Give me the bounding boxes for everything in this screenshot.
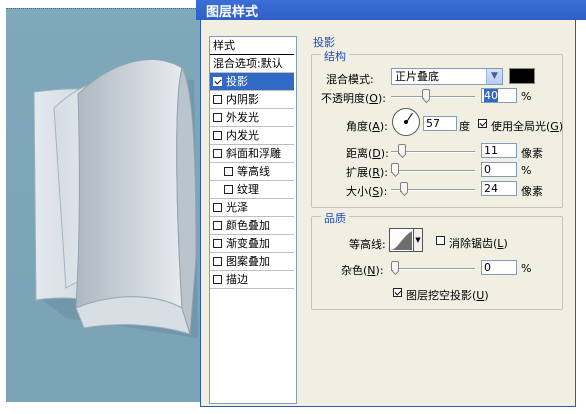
style-item[interactable]: 等高线 bbox=[210, 163, 294, 181]
style-item-label: 等高线 bbox=[237, 165, 270, 178]
opacity-slider-thumb[interactable] bbox=[422, 89, 430, 99]
contour-dropdown-icon[interactable]: ▼ bbox=[413, 228, 423, 252]
contour-curve-icon bbox=[391, 231, 412, 250]
blend-options-item[interactable]: 混合选项:默认 bbox=[210, 55, 294, 73]
antialias-label: 消除锯齿(L) bbox=[449, 237, 508, 250]
style-item-label: 内阴影 bbox=[226, 93, 259, 106]
style-item[interactable]: 斜面和浮雕 bbox=[210, 145, 294, 163]
document-canvas bbox=[6, 8, 206, 402]
style-item-label: 纹理 bbox=[237, 183, 259, 196]
style-item-checkbox[interactable] bbox=[224, 167, 233, 176]
style-item[interactable]: 颜色叠加 bbox=[210, 217, 294, 235]
global-light-checkbox[interactable] bbox=[478, 119, 487, 128]
noise-slider-thumb[interactable] bbox=[391, 261, 399, 271]
window-title: 图层样式 bbox=[206, 5, 259, 20]
angle-input[interactable]: 57 bbox=[423, 116, 457, 131]
style-item-checkbox[interactable] bbox=[213, 77, 222, 86]
style-item[interactable]: 光泽 bbox=[210, 199, 294, 217]
style-item[interactable]: 内阴影 bbox=[210, 91, 294, 109]
size-unit: 像素 bbox=[521, 185, 543, 198]
spread-input[interactable]: 0 bbox=[481, 162, 517, 177]
angle-unit: 度 bbox=[459, 120, 470, 133]
style-item-checkbox[interactable] bbox=[213, 131, 222, 140]
noise-slider-track[interactable] bbox=[391, 268, 475, 270]
style-item[interactable]: 图案叠加 bbox=[210, 253, 294, 271]
style-item[interactable]: 内发光 bbox=[210, 127, 294, 145]
style-item-label: 外发光 bbox=[226, 111, 259, 124]
style-item[interactable]: 渐变叠加 bbox=[210, 235, 294, 253]
style-item-label: 颜色叠加 bbox=[226, 219, 270, 232]
distance-input[interactable]: 11 bbox=[481, 143, 517, 158]
style-item-checkbox[interactable] bbox=[213, 275, 222, 284]
style-item-label: 图案叠加 bbox=[226, 255, 270, 268]
spread-unit: % bbox=[521, 164, 532, 177]
style-item-checkbox[interactable] bbox=[213, 149, 222, 158]
style-item-label: 内发光 bbox=[226, 129, 259, 142]
style-item-checkbox[interactable] bbox=[224, 185, 233, 194]
style-item-checkbox[interactable] bbox=[213, 221, 222, 230]
opacity-label: 不透明度(O): bbox=[321, 92, 386, 105]
style-item-checkbox[interactable] bbox=[213, 113, 222, 122]
knockout-checkbox[interactable] bbox=[393, 288, 402, 297]
angle-label: 角度(A): bbox=[346, 120, 388, 133]
styles-list: 样式 混合选项:默认 投影内阴影外发光内发光斜面和浮雕等高线纹理光泽颜色叠加渐变… bbox=[209, 36, 297, 404]
style-item-checkbox[interactable] bbox=[213, 257, 222, 266]
opacity-unit: % bbox=[521, 90, 532, 103]
size-slider-thumb[interactable] bbox=[400, 182, 408, 192]
style-item-label: 斜面和浮雕 bbox=[226, 147, 281, 160]
size-input[interactable]: 24 bbox=[481, 181, 517, 196]
distance-slider-thumb[interactable] bbox=[398, 144, 406, 154]
chevron-down-icon: ▼ bbox=[486, 69, 502, 84]
style-item[interactable]: 纹理 bbox=[210, 181, 294, 199]
spread-label: 扩展(R): bbox=[346, 166, 388, 179]
knockout-label: 图层挖空投影(U) bbox=[406, 289, 489, 302]
antialias-checkbox[interactable] bbox=[436, 236, 445, 245]
angle-center-dot bbox=[404, 120, 408, 124]
style-item-checkbox[interactable] bbox=[213, 203, 222, 212]
styles-header-label: 样式 bbox=[213, 39, 235, 52]
noise-input[interactable]: 0 bbox=[481, 260, 517, 275]
style-item-label: 描边 bbox=[226, 273, 248, 286]
layer-style-dialog: 样式 混合选项:默认 投影内阴影外发光内发光斜面和浮雕等高线纹理光泽颜色叠加渐变… bbox=[200, 20, 576, 407]
opacity-slider-track[interactable] bbox=[391, 96, 475, 98]
style-item-checkbox[interactable] bbox=[213, 95, 222, 104]
noise-label: 杂色(N): bbox=[341, 264, 384, 277]
style-item[interactable]: 外发光 bbox=[210, 109, 294, 127]
style-item-checkbox[interactable] bbox=[213, 239, 222, 248]
contour-picker[interactable]: ▼ bbox=[389, 228, 423, 252]
structure-title: 结构 bbox=[321, 48, 349, 64]
blend-options-label: 混合选项:默认 bbox=[213, 57, 283, 70]
blend-mode-value: 正片叠底 bbox=[395, 70, 439, 83]
blend-mode-label: 混合模式: bbox=[326, 73, 374, 86]
blend-mode-select[interactable]: 正片叠底 ▼ bbox=[391, 68, 503, 85]
angle-dial[interactable] bbox=[392, 108, 420, 136]
book-artwork bbox=[33, 59, 198, 338]
opacity-input[interactable]: 40 bbox=[481, 88, 517, 103]
noise-unit: % bbox=[521, 262, 532, 275]
shadow-color-swatch[interactable] bbox=[509, 68, 535, 84]
style-item[interactable]: 投影 bbox=[210, 73, 294, 91]
contour-label: 等高线: bbox=[349, 238, 386, 251]
styles-header[interactable]: 样式 bbox=[210, 37, 294, 55]
spread-slider-track[interactable] bbox=[391, 170, 475, 172]
quality-title: 品质 bbox=[321, 210, 349, 226]
distance-unit: 像素 bbox=[521, 147, 543, 160]
spread-slider-thumb[interactable] bbox=[391, 163, 399, 173]
size-label: 大小(S): bbox=[346, 185, 388, 198]
global-light-label: 使用全局光(G) bbox=[491, 120, 564, 133]
style-item[interactable]: 描边 bbox=[210, 271, 294, 289]
style-item-label: 投影 bbox=[226, 75, 248, 88]
style-item-label: 渐变叠加 bbox=[226, 237, 270, 250]
style-item-label: 光泽 bbox=[226, 201, 248, 214]
distance-label: 距离(D): bbox=[346, 147, 389, 160]
